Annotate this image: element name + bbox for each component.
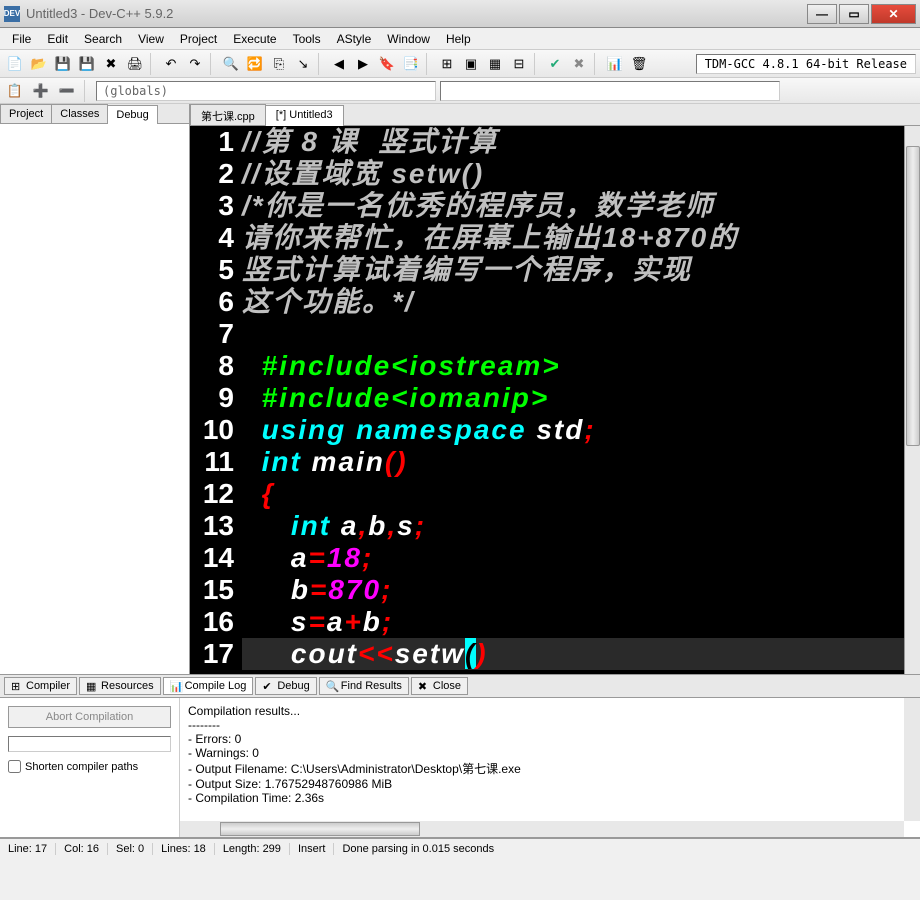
print-icon[interactable]: 🖨 — [124, 53, 146, 75]
menu-file[interactable]: File — [4, 30, 39, 48]
output-hscroll[interactable] — [180, 821, 904, 837]
status-bar: Line: 17 Col: 16 Sel: 0 Lines: 18 Length… — [0, 838, 920, 858]
bottom-tab-find-results[interactable]: 🔍Find Results — [319, 677, 409, 695]
file-tab[interactable]: 第七课.cpp — [190, 104, 266, 125]
menu-execute[interactable]: Execute — [225, 30, 284, 48]
app-icon: DEV — [4, 6, 20, 22]
compile-run-icon[interactable]: ▦ — [484, 53, 506, 75]
bookmark-icon[interactable]: 🔖 — [376, 53, 398, 75]
window-title: Untitled3 - Dev-C++ 5.9.2 — [26, 6, 807, 21]
back-icon[interactable]: ◀ — [328, 53, 350, 75]
new-file-icon[interactable]: 📄 — [4, 53, 26, 75]
code-editor[interactable]: 1234567891011121314151617 //第 8 课 竖式计算//… — [190, 126, 920, 674]
file-tabs: 第七课.cpp[*] Untitled3 — [190, 104, 920, 126]
status-col: Col: 16 — [56, 843, 108, 855]
output-panel: Abort Compilation Shorten compiler paths… — [0, 698, 920, 838]
bottom-tabs: ⊞Compiler▦Resources📊Compile Log✔Debug🔍Fi… — [0, 674, 920, 698]
compiler-selector[interactable]: TDM-GCC 4.8.1 64-bit Release — [696, 54, 916, 74]
replace-icon[interactable]: 🔁 — [244, 53, 266, 75]
run-icon[interactable]: ▣ — [460, 53, 482, 75]
vertical-scrollbar[interactable] — [904, 126, 920, 674]
main-toolbar: 📄 📂 💾 💾 ✖ 🖨 ↶ ↷ 🔍 🔁 ⎘ ↘ ◀ ▶ 🔖 📑 ⊞ ▣ ▦ ⊟ … — [0, 50, 920, 78]
save-icon[interactable]: 💾 — [52, 53, 74, 75]
file-tab[interactable]: [*] Untitled3 — [265, 105, 344, 126]
menu-astyle[interactable]: AStyle — [329, 30, 380, 48]
profile-icon[interactable]: 📊 — [604, 53, 626, 75]
forward-icon[interactable]: ▶ — [352, 53, 374, 75]
menu-edit[interactable]: Edit — [39, 30, 76, 48]
close-file-icon[interactable]: ✖ — [100, 53, 122, 75]
menu-bar: FileEditSearchViewProjectExecuteToolsASt… — [0, 28, 920, 50]
goto-bookmark-icon[interactable]: 📑 — [400, 53, 422, 75]
bottom-tab-close[interactable]: ✖Close — [411, 677, 468, 695]
remove-file-icon[interactable]: ➖ — [56, 80, 78, 102]
status-length: Length: 299 — [215, 843, 290, 855]
status-lines: Lines: 18 — [153, 843, 215, 855]
menu-window[interactable]: Window — [379, 30, 438, 48]
bottom-tab-compile-log[interactable]: 📊Compile Log — [163, 677, 254, 695]
status-line: Line: 17 — [0, 843, 56, 855]
bottom-tab-compiler[interactable]: ⊞Compiler — [4, 677, 77, 695]
menu-search[interactable]: Search — [76, 30, 130, 48]
menu-project[interactable]: Project — [172, 30, 225, 48]
scope-dropdown[interactable]: (globals) — [96, 81, 436, 101]
stop-icon[interactable]: ✖ — [568, 53, 590, 75]
bottom-tab-resources[interactable]: ▦Resources — [79, 677, 161, 695]
side-content — [0, 124, 189, 674]
undo-icon[interactable]: ↶ — [160, 53, 182, 75]
minimize-button[interactable]: — — [807, 4, 837, 24]
add-file-icon[interactable]: ➕ — [30, 80, 52, 102]
status-sel: Sel: 0 — [108, 843, 153, 855]
compile-icon[interactable]: ⊞ — [436, 53, 458, 75]
side-tab-project[interactable]: Project — [0, 104, 52, 123]
rebuild-icon[interactable]: ⊟ — [508, 53, 530, 75]
side-panel: ProjectClassesDebug — [0, 104, 190, 674]
abort-compilation-button[interactable]: Abort Compilation — [8, 706, 171, 728]
menu-view[interactable]: View — [130, 30, 172, 48]
debug-icon[interactable]: ✔ — [544, 53, 566, 75]
side-tab-debug[interactable]: Debug — [107, 105, 157, 124]
code-area[interactable]: //第 8 课 竖式计算//设置域宽 setw()/*你是一名优秀的程序员，数学… — [242, 126, 920, 674]
compile-progress — [8, 736, 171, 752]
side-tab-classes[interactable]: Classes — [51, 104, 108, 123]
title-bar: DEV Untitled3 - Dev-C++ 5.9.2 — ▭ ✕ — [0, 0, 920, 28]
goto-icon[interactable]: ↘ — [292, 53, 314, 75]
bottom-tab-debug[interactable]: ✔Debug — [255, 677, 316, 695]
compile-log[interactable]: Compilation results...--------- Errors: … — [180, 698, 920, 837]
side-tabs: ProjectClassesDebug — [0, 104, 189, 124]
menu-help[interactable]: Help — [438, 30, 479, 48]
find-next-icon[interactable]: ⎘ — [268, 53, 290, 75]
line-gutter: 1234567891011121314151617 — [190, 126, 242, 674]
new-project-icon[interactable]: 📋 — [4, 80, 26, 102]
navigation-toolbar: 📋 ➕ ➖ (globals) — [0, 78, 920, 104]
close-button[interactable]: ✕ — [871, 4, 916, 24]
delete-profile-icon[interactable]: 🗑 — [628, 53, 650, 75]
function-dropdown[interactable] — [440, 81, 780, 101]
output-vscroll[interactable] — [904, 698, 920, 821]
status-mode: Insert — [290, 843, 335, 855]
redo-icon[interactable]: ↷ — [184, 53, 206, 75]
open-icon[interactable]: 📂 — [28, 53, 50, 75]
status-msg: Done parsing in 0.015 seconds — [334, 843, 920, 855]
shorten-paths-checkbox[interactable]: Shorten compiler paths — [8, 760, 171, 773]
maximize-button[interactable]: ▭ — [839, 4, 869, 24]
find-icon[interactable]: 🔍 — [220, 53, 242, 75]
save-all-icon[interactable]: 💾 — [76, 53, 98, 75]
menu-tools[interactable]: Tools — [285, 30, 329, 48]
